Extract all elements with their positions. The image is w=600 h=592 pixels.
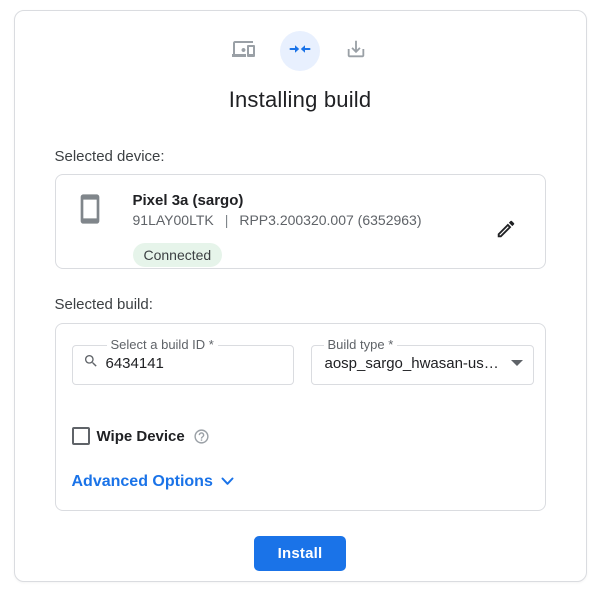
device-info: Pixel 3a (sargo) 91LAY00LTK | RPP3.200320.…	[133, 193, 422, 267]
help-icon[interactable]	[193, 428, 210, 445]
advanced-options-label: Advanced Options	[72, 473, 213, 491]
wipe-device-checkbox[interactable]	[72, 427, 90, 445]
transfer-arrows-icon	[288, 37, 312, 66]
selected-device-label: Selected device:	[55, 148, 546, 166]
smartphone-icon	[74, 193, 106, 230]
edit-device-button[interactable]	[491, 214, 521, 247]
device-details-separator: |	[225, 212, 229, 228]
device-serial: 91LAY00LTK	[133, 212, 214, 228]
step-select-device	[224, 31, 264, 71]
build-id-field[interactable]: Select a build ID *	[72, 338, 294, 385]
status-badge: Connected	[133, 243, 223, 267]
step-download	[336, 31, 376, 71]
wipe-device-label: Wipe Device	[97, 428, 185, 445]
dropdown-arrow-icon	[511, 360, 523, 366]
device-build-version: RPP3.200320.007 (6352963)	[239, 212, 421, 228]
build-type-label: Build type *	[324, 338, 398, 352]
device-card: Pixel 3a (sargo) 91LAY00LTK | RPP3.200320.…	[55, 174, 546, 269]
dialog-footer: Install	[55, 536, 546, 571]
search-icon	[83, 353, 99, 374]
build-fields-row: Select a build ID * Build type * aosp_sa	[72, 338, 535, 385]
stepper	[55, 11, 546, 71]
install-build-dialog: Installing build Selected device: Pixel …	[14, 10, 587, 582]
selected-build-label: Selected build:	[55, 296, 546, 314]
wipe-device-row: Wipe Device	[72, 427, 535, 445]
page-title: Installing build	[55, 87, 546, 113]
chevron-down-icon	[213, 473, 234, 491]
advanced-options-toggle[interactable]: Advanced Options	[72, 473, 535, 491]
build-type-field[interactable]: Build type * aosp_sargo_hwasan-user...	[311, 338, 534, 385]
build-card: Select a build ID * Build type * aosp_sa	[55, 323, 546, 511]
build-type-value: aosp_sargo_hwasan-user...	[325, 355, 505, 372]
build-id-input[interactable]	[106, 355, 256, 372]
device-name: Pixel 3a (sargo)	[133, 193, 422, 209]
devices-icon	[232, 37, 256, 66]
pencil-icon	[495, 218, 517, 243]
install-button[interactable]: Install	[254, 536, 347, 571]
step-install-build-active	[280, 31, 320, 71]
download-icon	[345, 38, 367, 65]
device-details: 91LAY00LTK | RPP3.200320.007 (6352963)	[133, 213, 422, 228]
build-id-label: Select a build ID *	[107, 338, 218, 352]
